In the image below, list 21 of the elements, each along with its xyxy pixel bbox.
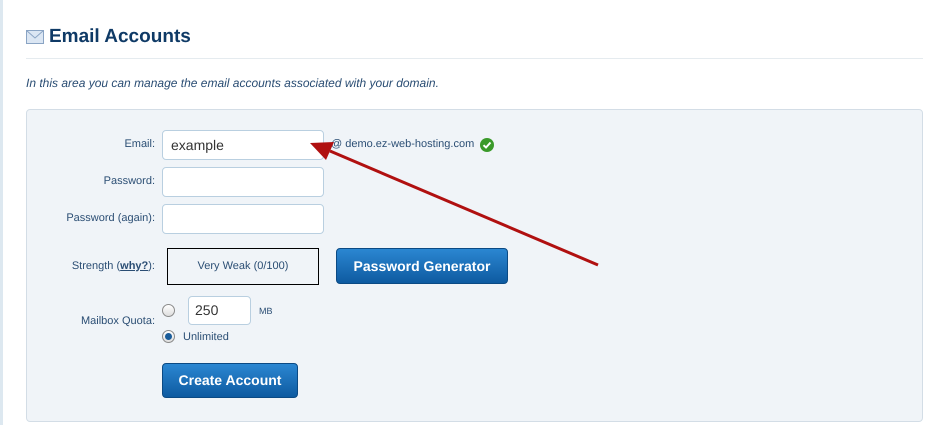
- password-generator-button[interactable]: Password Generator: [336, 248, 508, 284]
- page-title: Email Accounts: [49, 25, 191, 49]
- create-account-button[interactable]: Create Account: [162, 363, 298, 398]
- envelope-icon: [26, 30, 44, 44]
- unit-label: MB: [259, 304, 272, 318]
- unlimited-label: Unlimited: [183, 330, 229, 344]
- password-field[interactable]: [162, 166, 324, 196]
- radio-button[interactable]: [162, 304, 175, 316]
- password-again-field[interactable]: [162, 204, 324, 234]
- email-field[interactable]: example: [162, 130, 324, 160]
- strength-label-end: ):: [148, 260, 155, 272]
- password-again-label: Password (again):: [66, 212, 155, 224]
- quota-label: Mailbox Quota:: [80, 314, 155, 328]
- strength-label: Strength (: [72, 260, 120, 272]
- radio-button[interactable]: [162, 330, 175, 344]
- strength-meter-text: Very Weak (0/100): [198, 258, 288, 274]
- quota-field[interactable]: 250: [188, 296, 251, 324]
- intro-text: In this area you can manage the email accounts associated with your domain.: [26, 74, 440, 92]
- why-link[interactable]: why?: [120, 260, 148, 272]
- email-label: Email:: [124, 138, 155, 150]
- password-label: Password:: [104, 175, 155, 188]
